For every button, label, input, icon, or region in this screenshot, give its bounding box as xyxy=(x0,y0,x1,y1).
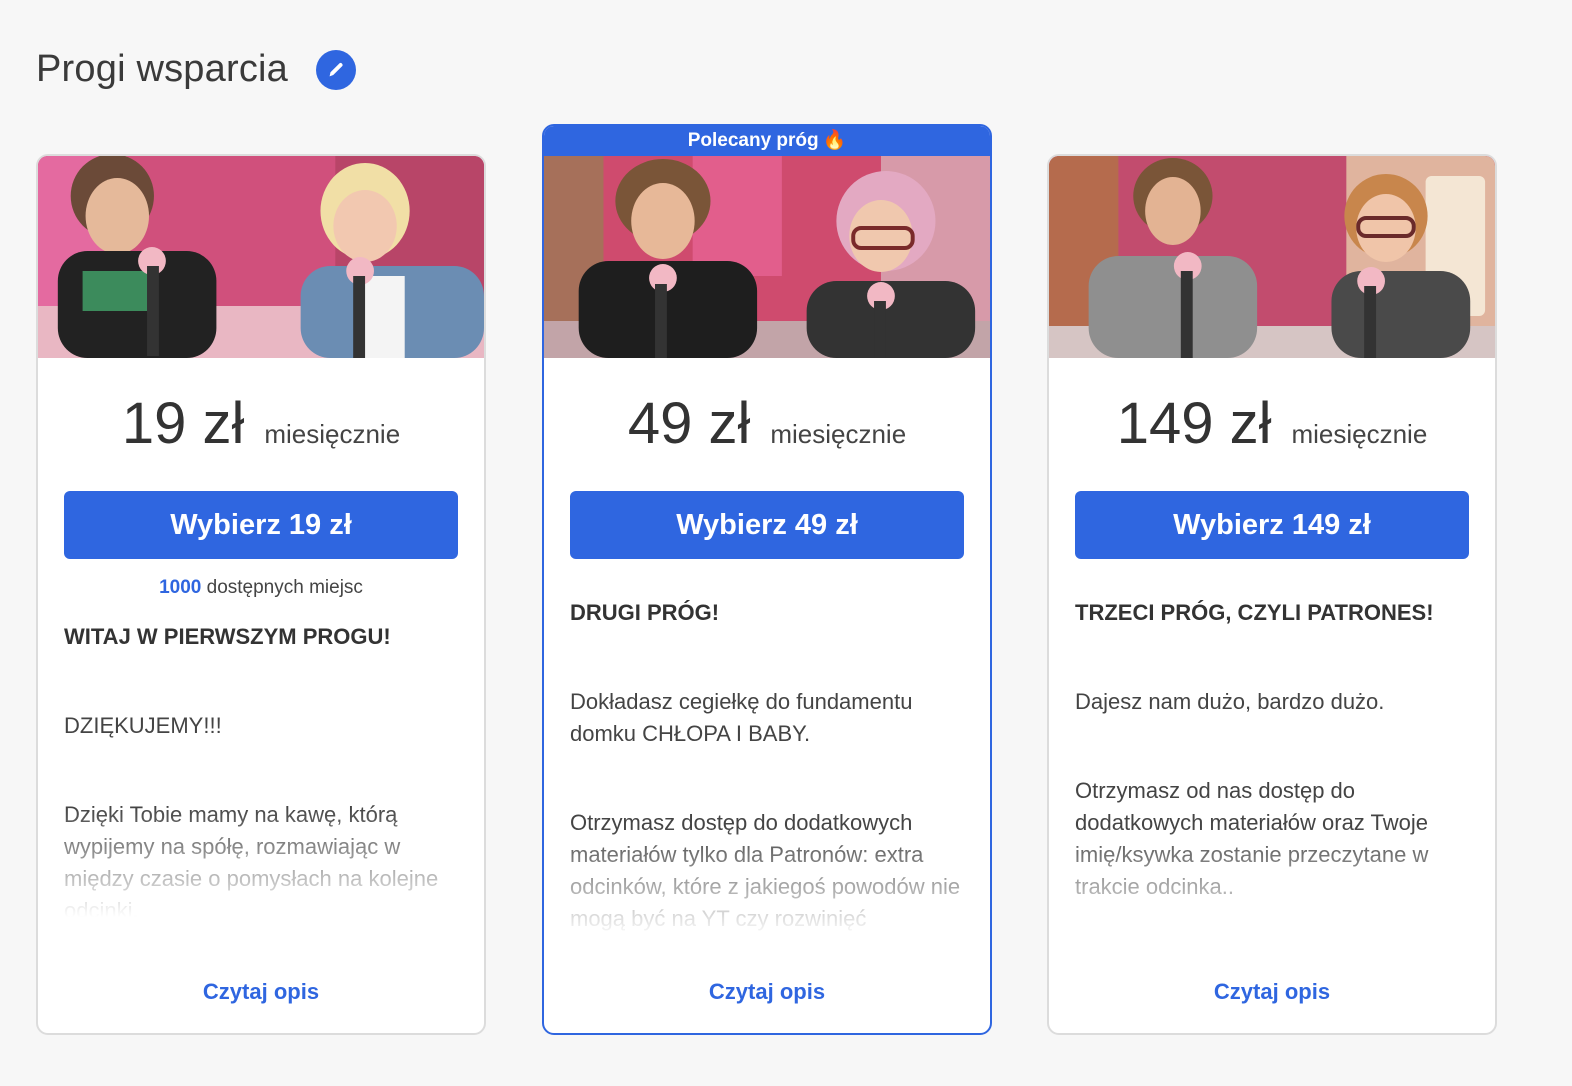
tier-paragraph: Dajesz nam dużo, bardzo dużo. xyxy=(1075,689,1385,714)
tier-heading: WITAJ W PIERWSZYM PROGU! xyxy=(64,624,391,649)
tier-period: miesięcznie xyxy=(1291,419,1428,449)
read-description-link[interactable]: Czytaj opis xyxy=(544,979,990,1005)
page-header: Progi wsparcia xyxy=(36,48,357,91)
tier-description: WITAJ W PIERWSZYM PROGU! DZIĘKUJEMY!!! D… xyxy=(38,621,484,917)
tier-paragraph: DZIĘKUJEMY!!! xyxy=(64,713,222,738)
select-tier-button[interactable]: Wybierz 19 zł xyxy=(64,491,458,559)
tier-card-3: 149 zł miesięcznie Wybierz 149 zł TRZECI… xyxy=(1047,154,1497,1035)
available-slots: 1000 dostępnych miejsc xyxy=(38,577,484,599)
tier-paragraph: Otrzymasz od nas dostęp do dodatkowych m… xyxy=(1075,778,1429,899)
slot-count: 1000 xyxy=(159,577,202,598)
page-title: Progi wsparcia xyxy=(36,48,289,90)
tier-image xyxy=(1049,156,1495,358)
tier-period: miesięcznie xyxy=(264,419,401,449)
tier-paragraph: Otrzymasz dostęp do dodatkowych materiał… xyxy=(570,810,961,931)
edit-button[interactable] xyxy=(316,49,357,90)
tier-price: 49 zł xyxy=(627,391,751,456)
tier-description: TRZECI PRÓG, CZYLI PATRONES! Dajesz nam … xyxy=(1049,597,1495,937)
select-tier-button[interactable]: Wybierz 149 zł xyxy=(1075,491,1469,559)
tier-description: DRUGI PRÓG! Dokładasz cegiełkę do fundam… xyxy=(544,597,990,937)
tier-period: miesięcznie xyxy=(770,419,907,449)
pencil-icon xyxy=(329,62,343,76)
tier-card-1: 19 zł miesięcznie Wybierz 19 zł 1000 dos… xyxy=(36,154,486,1035)
tier-heading: TRZECI PRÓG, CZYLI PATRONES! xyxy=(1075,600,1434,625)
tier-heading: DRUGI PRÓG! xyxy=(570,600,720,625)
tier-paragraph: Dokładasz cegiełkę do fundamentu domku C… xyxy=(570,689,913,746)
tier-image xyxy=(38,156,484,358)
read-description-link[interactable]: Czytaj opis xyxy=(1049,979,1495,1005)
tier-price: 19 zł xyxy=(121,391,245,456)
select-tier-button[interactable]: Wybierz 49 zł xyxy=(570,491,964,559)
fire-icon: 🔥 xyxy=(822,130,847,151)
tier-image xyxy=(544,156,990,358)
recommended-badge: Polecany próg 🔥 xyxy=(544,126,990,156)
tier-card-2: Polecany próg 🔥 49 zł miesięcznie Wybierz… xyxy=(542,124,992,1035)
tier-paragraph: Dzięki Tobie mamy na kawę, którą wypijem… xyxy=(64,802,439,917)
slot-label: dostępnych miejsc xyxy=(206,577,363,598)
read-description-link[interactable]: Czytaj opis xyxy=(38,979,484,1005)
tier-price: 149 zł xyxy=(1116,391,1272,456)
badge-label: Polecany próg xyxy=(687,130,819,151)
